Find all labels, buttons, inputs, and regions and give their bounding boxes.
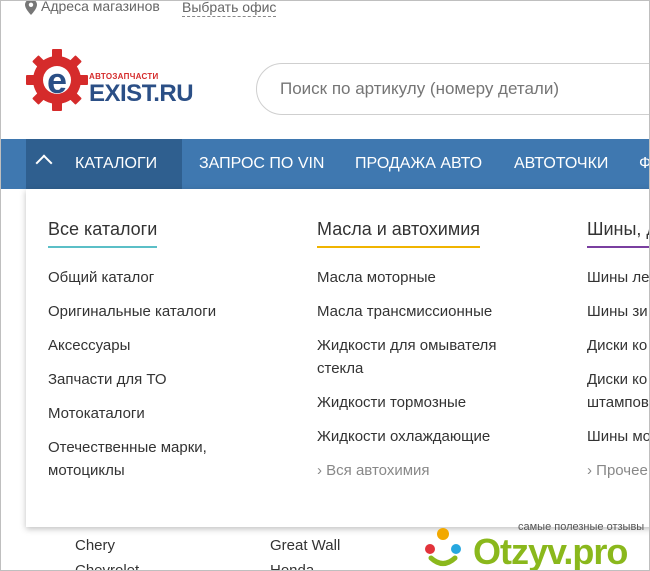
otzyv-logo-icon bbox=[425, 528, 461, 566]
nav-vin-request[interactable]: ЗАПРОС ПО VIN bbox=[199, 139, 324, 189]
menu-link[interactable]: Шины зи bbox=[587, 300, 649, 323]
menu-link[interactable]: Диски ко bbox=[587, 334, 649, 357]
col-oils-chemicals: Масла и автохимия Масла моторные Масла т… bbox=[317, 219, 557, 493]
col-oils-chemicals-title: Масла и автохимия bbox=[317, 219, 481, 248]
top-bar: Адреса магазинов Выбрать офис bbox=[1, 1, 649, 23]
menu-link[interactable]: Масла моторные bbox=[317, 266, 557, 289]
nav-catalogs-label: КАТАЛОГИ bbox=[75, 155, 158, 172]
catalog-dropdown: Все каталоги Общий каталог Оригинальные … bbox=[26, 189, 649, 527]
menu-link[interactable]: Аксессуары bbox=[48, 334, 288, 357]
col-tires: Шины, д Шины ле Шины зи Диски ко Диски к… bbox=[587, 219, 649, 493]
search-input[interactable] bbox=[256, 63, 649, 115]
menu-link[interactable]: Отечественные марки, мотоциклы bbox=[48, 436, 243, 482]
brand-link[interactable]: Great Wall bbox=[270, 536, 340, 555]
choose-office-link[interactable]: Выбрать офис bbox=[182, 1, 277, 17]
col-all-catalogs: Все каталоги Общий каталог Оригинальные … bbox=[48, 219, 288, 493]
menu-link[interactable]: Шины мо bbox=[587, 425, 649, 448]
nav-car-sales[interactable]: ПРОДАЖА АВТО bbox=[355, 139, 482, 189]
otzyv-watermark: самые полезные отзывы Otzyv.pro bbox=[421, 521, 649, 571]
otzyv-wordmark: Otzyv.pro bbox=[473, 531, 628, 571]
nav-catalogs[interactable]: КАТАЛОГИ bbox=[26, 139, 182, 189]
menu-link[interactable]: Масла трансмиссионные bbox=[317, 300, 557, 323]
menu-link[interactable]: Запчасти для ТО bbox=[48, 368, 288, 391]
col-tires-title: Шины, д bbox=[587, 219, 649, 248]
brand-link[interactable]: Honda bbox=[270, 561, 340, 570]
brand-list-right: Great Wall Honda bbox=[270, 536, 340, 570]
all-chemicals-link[interactable]: › Вся автохимия bbox=[317, 459, 557, 482]
chevron-up-icon bbox=[35, 154, 53, 172]
brand-list-left: Chery Chevrolet bbox=[75, 536, 139, 570]
menu-link[interactable]: Жидкости для омывателя стекла bbox=[317, 334, 532, 380]
other-link[interactable]: › Прочее bbox=[587, 459, 649, 482]
logo-brand: EXIST.RU bbox=[89, 80, 194, 107]
col-all-catalogs-title: Все каталоги bbox=[48, 219, 158, 248]
exist-logo[interactable]: e АВТОЗАПЧАСТИ EXIST.RU bbox=[25, 45, 195, 115]
menu-link[interactable]: Жидкости тормозные bbox=[317, 391, 557, 414]
page: Адреса магазинов Выбрать офис e АВТОЗАПЧ… bbox=[0, 0, 650, 571]
menu-link[interactable]: Жидкости охлаждающие bbox=[317, 425, 557, 448]
store-addresses-link[interactable]: Адреса магазинов bbox=[41, 1, 160, 14]
main-nav: КАТАЛОГИ ЗАПРОС ПО VIN ПРОДАЖА АВТО АВТО… bbox=[1, 139, 649, 189]
menu-link[interactable]: Шины ле bbox=[587, 266, 649, 289]
menu-link[interactable]: Общий каталог bbox=[48, 266, 288, 289]
menu-link[interactable]: Диски ко штампов bbox=[587, 368, 649, 414]
menu-link[interactable]: Оригинальные каталоги bbox=[48, 300, 288, 323]
location-pin-icon bbox=[25, 1, 37, 18]
nav-autopoints[interactable]: АВТОТОЧКИ bbox=[514, 139, 608, 189]
nav-more[interactable]: Ф bbox=[639, 139, 649, 189]
gear-e-icon: e bbox=[26, 49, 88, 111]
svg-text:e: e bbox=[47, 60, 67, 101]
menu-link[interactable]: Мотокаталоги bbox=[48, 402, 288, 425]
brand-link[interactable]: Chery bbox=[75, 536, 139, 555]
brand-link[interactable]: Chevrolet bbox=[75, 561, 139, 570]
